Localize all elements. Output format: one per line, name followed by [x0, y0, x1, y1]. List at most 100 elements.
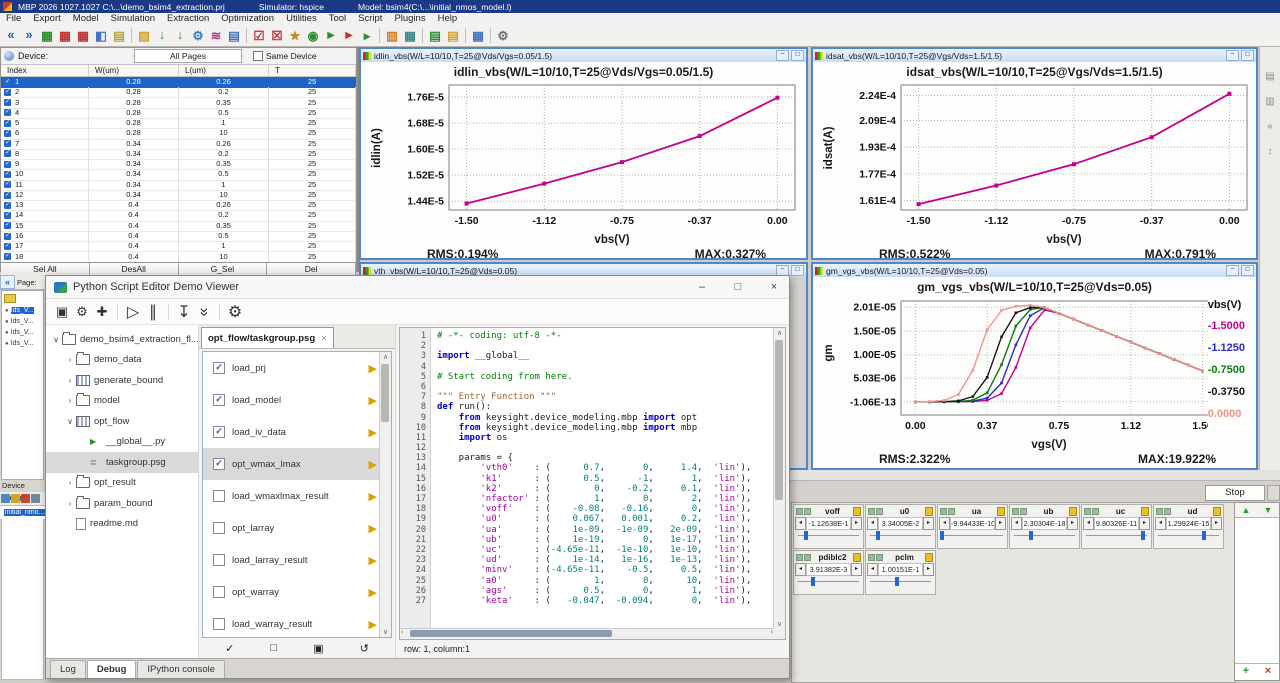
page-close-icon[interactable]: ▦ [56, 26, 74, 44]
task-checkbox[interactable] [213, 490, 225, 502]
row-checkbox-icon[interactable]: ✓ [4, 109, 11, 116]
tuner-ud[interactable]: ud◂1.29924E-15▸ [1153, 504, 1224, 549]
parameter-slider[interactable] [866, 576, 935, 588]
page-close-all-icon[interactable]: ▦ [74, 26, 92, 44]
minimize-button[interactable]: − [1226, 265, 1239, 276]
task-opt_wmax_lmax[interactable]: ✓opt_wmax_lmax▶ [203, 448, 391, 480]
collapse-sidebar-button[interactable]: « [0, 275, 15, 289]
slider-thumb[interactable] [804, 531, 808, 540]
parameter-value[interactable]: 3.91382E-3 [806, 563, 851, 576]
tree-item-demo-bsim4-extraction-fl-[interactable]: ∨demo_bsim4_extraction_fl... [46, 329, 198, 350]
task-checkbox[interactable] [213, 586, 225, 598]
parameter-value[interactable]: -1.12638E-1 [806, 517, 851, 530]
script-settings-icon[interactable]: ⚙ [72, 302, 92, 322]
row-checkbox-icon[interactable]: ✓ [4, 233, 11, 240]
menu-simulation[interactable]: Simulation [105, 13, 161, 24]
task-list-scrollbar[interactable]: ∧ ∨ [379, 352, 391, 637]
row-checkbox-icon[interactable]: ✓ [4, 222, 11, 229]
select-block-icon[interactable]: ▣ [313, 642, 323, 655]
run-task-icon[interactable]: ▶ [369, 618, 377, 631]
table-row[interactable]: ✓120.341025 [1, 190, 356, 200]
row-checkbox-icon[interactable]: ✓ [4, 202, 11, 209]
task-checkbox[interactable]: ✓ [213, 458, 225, 470]
maximize-button[interactable]: □ [731, 281, 745, 293]
decrease-button[interactable]: ◂ [795, 517, 806, 530]
tuner-mini-icon[interactable] [1012, 508, 1019, 515]
unpin-icon[interactable]: ► [340, 26, 358, 44]
tree-item-demo-data[interactable]: ›demo_data [46, 350, 198, 371]
row-checkbox-icon[interactable]: ✓ [4, 171, 11, 178]
task-load_wmaxlmax_result[interactable]: load_wmaxlmax_result▶ [203, 480, 391, 512]
task-load_prj[interactable]: ✓load_prj▶ [203, 352, 391, 384]
tree-item-opt-result[interactable]: ›opt_result [46, 473, 198, 494]
decrease-button[interactable]: ◂ [939, 517, 950, 530]
open-script-icon[interactable]: ▣ [52, 302, 72, 322]
lock-icon[interactable] [1141, 507, 1149, 516]
slider-thumb[interactable] [1202, 531, 1206, 540]
parameter-value[interactable]: 2.30304E-18 [1022, 517, 1067, 530]
minimize-button[interactable]: − [1226, 50, 1239, 61]
table-row[interactable]: ✓50.28125 [1, 118, 356, 128]
row-checkbox-icon[interactable]: ✓ [4, 120, 11, 127]
checkbox-icon[interactable] [253, 51, 263, 61]
tuner-mini-icon[interactable] [1084, 508, 1091, 515]
device-navigator-icon-3[interactable] [21, 494, 30, 503]
run-task-icon[interactable]: ▶ [369, 362, 377, 375]
simulation-settings-icon[interactable]: ⚙ [189, 26, 207, 44]
scroll-left-icon[interactable]: ‹ [401, 629, 403, 636]
plot-icon[interactable]: ≋ [207, 26, 225, 44]
task-load_iv_data[interactable]: ✓load_iv_data▶ [203, 416, 391, 448]
table-row[interactable]: ✓40.280.525 [1, 108, 356, 118]
parameter-slider[interactable] [794, 530, 863, 542]
increase-button[interactable]: ▸ [1139, 517, 1150, 530]
tree-item-opt-flow[interactable]: ∨opt_flow [46, 411, 198, 432]
parameter-value[interactable]: 9.80326E-11 [1094, 517, 1139, 530]
move-up-icon[interactable]: ▲ [1235, 503, 1257, 517]
slider-thumb[interactable] [895, 577, 899, 586]
tuner-mini-icon[interactable] [868, 508, 875, 515]
gm-plot[interactable]: 0.000.370.751.121.502.01E-051.50E-051.00… [829, 297, 1208, 439]
tree-expander-icon[interactable]: › [65, 499, 75, 508]
menu-file[interactable]: File [0, 13, 27, 24]
code-text[interactable]: # -*- coding: utf-8 -*- import __global_… [431, 328, 773, 639]
run-task-icon[interactable]: ▶ [369, 426, 377, 439]
slider-thumb[interactable] [811, 577, 815, 586]
slider-thumb[interactable] [1029, 531, 1033, 540]
run-button[interactable]: ▷ [123, 302, 143, 322]
menu-help[interactable]: Help [432, 13, 464, 24]
table-row[interactable]: ✓110.34125 [1, 180, 356, 190]
device-navigator-icon-1[interactable] [1, 494, 10, 503]
menu-utilities[interactable]: Utilities [280, 13, 323, 24]
parameter-value[interactable]: 3.34005E-2 [878, 517, 923, 530]
idsat-plot[interactable]: -1.50-1.12-0.75-0.370.002.24E-42.09E-41.… [829, 82, 1256, 234]
increase-button[interactable]: ▸ [851, 517, 862, 530]
tuner-mini-icon[interactable] [876, 554, 883, 561]
bottom-tab-debug[interactable]: Debug [87, 660, 137, 678]
back-icon[interactable]: « [2, 26, 20, 44]
scroll-up-icon[interactable]: ∧ [774, 329, 785, 337]
menu-extraction[interactable]: Extraction [161, 13, 215, 24]
task-load_model[interactable]: ✓load_model▶ [203, 384, 391, 416]
tree-item--global-py[interactable]: ▶__global__.py [46, 432, 198, 453]
table-row[interactable]: ✓150.40.3525 [1, 221, 356, 231]
preferences-icon[interactable]: ⚙ [494, 26, 512, 44]
tuner-mini-icon[interactable] [940, 508, 947, 515]
task-list[interactable]: ✓load_prj▶✓load_model▶✓load_iv_data▶✓opt… [202, 351, 392, 638]
pin-icon[interactable]: ► [322, 26, 340, 44]
scrollbar-thumb[interactable] [410, 630, 612, 637]
remove-parameter-button[interactable]: × [1257, 664, 1279, 680]
forward-icon[interactable]: » [20, 26, 38, 44]
table-row[interactable]: ✓20.280.225 [1, 87, 356, 97]
tuner-icon[interactable]: ★ [286, 26, 304, 44]
increase-button[interactable]: ▸ [923, 517, 934, 530]
device-navigator-icon-4[interactable] [31, 494, 40, 503]
table-row[interactable]: ✓100.340.525 [1, 169, 356, 179]
script-file-tree[interactable]: ∨demo_bsim4_extraction_fl...›demo_data›g… [46, 325, 199, 658]
parameter-slider[interactable] [866, 530, 935, 542]
table-row[interactable]: ✓10.280.2625 [1, 77, 356, 87]
task-checkbox[interactable] [213, 618, 225, 630]
scroll-down-icon[interactable]: ∨ [774, 620, 785, 628]
scroll-right-icon[interactable]: › [771, 629, 773, 636]
add-parameter-button[interactable]: + [1235, 664, 1257, 680]
increase-button[interactable]: ▸ [923, 563, 934, 576]
